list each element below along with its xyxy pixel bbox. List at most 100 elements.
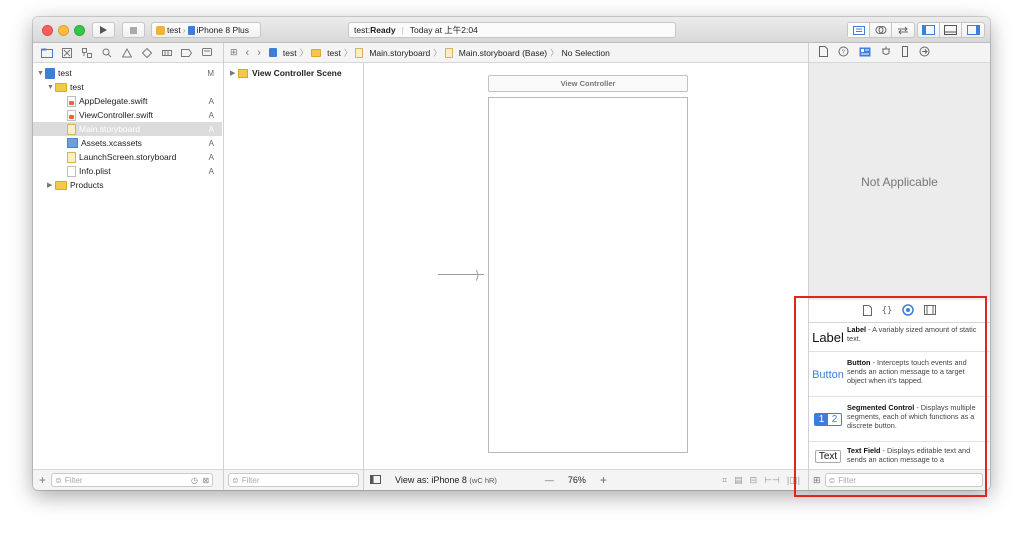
file-template-library-icon[interactable] [862,304,872,318]
minimize-window-button[interactable] [58,25,69,36]
grid-view-icon[interactable]: ⊞ [813,475,821,486]
status-badge: M [207,68,214,78]
inspector-toggle-icon[interactable] [962,23,984,37]
not-applicable-label: Not Applicable [861,174,938,189]
tree-row-file-selected[interactable]: Main.storyboard A [33,122,222,136]
tree-row-file[interactable]: Assets.xcassets A [33,136,222,150]
breakpoint-navigator-icon[interactable] [179,46,194,60]
segment-2: 2 [831,414,838,425]
media-library-icon[interactable] [924,305,937,317]
scheme-selector[interactable]: test › iPhone 8 Plus [151,22,261,38]
navigator-toggle-icon[interactable] [918,23,940,37]
project-navigator-icon[interactable] [39,46,54,60]
editor-mode-control[interactable] [847,22,915,38]
breadcrumb-item[interactable]: test [283,48,297,58]
library-item-description: Label - A variably sized amount of stati… [847,323,990,351]
disclosure-triangle-icon[interactable]: ▶ [47,181,55,189]
recent-files-icon[interactable]: ◷ [191,476,198,485]
breadcrumb-item[interactable]: No Selection [562,48,610,58]
pin-icon[interactable]: ⊢⊣ [764,475,780,486]
close-window-button[interactable] [42,25,53,36]
stop-button[interactable] [122,22,145,38]
outline-filter-field[interactable]: ⊜ Filter [228,473,359,487]
source-control-icon[interactable] [59,46,74,60]
add-icon[interactable]: + [39,473,46,487]
disclosure-triangle-icon[interactable]: ▶ [230,69,238,77]
tree-row-file[interactable]: AppDelegate.swift A [33,94,222,108]
file-inspector-icon[interactable] [819,46,828,59]
tree-label: Assets.xcassets [81,138,142,148]
outline-toggle-icon[interactable] [370,474,381,486]
run-button[interactable] [92,22,115,38]
outline-row-scene[interactable]: ▶ View Controller Scene [224,66,363,80]
panel-visibility-control[interactable] [917,22,985,38]
resolve-issues-icon[interactable]: |◫| [787,475,800,486]
embed-in-stack-icon[interactable]: ▤ [734,475,743,486]
view-as-label[interactable]: View as: iPhone 8 (wC hR) [395,475,497,485]
navigator-filter-field[interactable]: ⊜ Filter ◷ ⊠ [51,473,214,487]
tree-label: Products [70,180,104,190]
issue-navigator-icon[interactable] [119,46,134,60]
zoom-out-button[interactable]: — [545,475,554,485]
source-control-filter-icon[interactable]: ⊠ [202,476,209,485]
test-navigator-icon[interactable] [139,46,154,60]
outline-filter-bar: ⊜ Filter [224,469,363,490]
version-editor-icon[interactable] [892,23,914,37]
segmented-control-preview-icon: 1 2 [809,398,847,441]
size-inspector-icon[interactable] [901,46,909,59]
search-icon[interactable] [99,46,114,60]
related-items-icon[interactable]: ⊞ [230,47,238,58]
app-target-icon [156,25,165,35]
view-controller-scene-title[interactable]: View Controller [488,75,688,92]
tree-row-group-products[interactable]: ▶ Products [33,178,222,192]
library-item-button[interactable]: Button Button - Intercepts touch events … [809,353,990,397]
filter-placeholder: Filter [838,475,857,485]
library-item-description: Segmented Control - Displays multiple se… [847,398,990,441]
filter-icon: ⊜ [232,475,239,485]
debug-navigator-icon[interactable] [159,46,174,60]
breadcrumb-item[interactable]: Main.storyboard (Base) [459,48,547,58]
plist-file-icon [67,165,76,177]
quick-help-icon[interactable]: ? [838,46,849,59]
tree-row-group-test[interactable]: ▼ test [33,80,222,94]
activity-viewer: test: Ready | Today at 上午2:04 [348,22,676,38]
library-item-label[interactable]: Label Label - A variably sized amount of… [809,323,990,352]
view-controller-frame[interactable] [488,97,688,453]
code-snippet-library-icon[interactable]: {} [882,306,893,316]
breadcrumb-item[interactable]: test [327,48,341,58]
update-frames-icon[interactable]: ⌗ [722,475,727,486]
chevron-right-icon: 〉 [299,47,309,58]
storyboard-file-icon [67,123,76,135]
align-icon[interactable]: ⊟ [750,475,758,486]
disclosure-triangle-icon[interactable]: ▼ [37,70,45,77]
navigator-filter-bar: + ⊜ Filter ◷ ⊠ [33,469,223,490]
report-navigator-icon[interactable] [199,46,214,60]
zoom-window-button[interactable] [74,25,85,36]
forward-icon[interactable]: › [257,47,261,59]
identity-inspector-icon[interactable] [859,47,871,59]
connections-inspector-icon[interactable] [919,46,930,59]
tree-row-file[interactable]: LaunchScreen.storyboard A [33,150,222,164]
status-badge: A [208,152,214,162]
symbol-navigator-icon[interactable] [79,46,94,60]
tree-row-project[interactable]: ▼ test M [33,66,222,80]
breadcrumb-item[interactable]: Main.storyboard [369,48,430,58]
disclosure-triangle-icon[interactable]: ▼ [47,84,55,91]
filter-icon: ⊜ [55,475,62,485]
breadcrumb[interactable]: test 〉 test 〉 Main.storyboard 〉 Main.sto… [268,47,610,59]
back-icon[interactable]: ‹ [246,47,250,59]
object-library-icon[interactable] [902,304,915,318]
library-tabs: {} [809,300,990,323]
library-item-text-field[interactable]: Text Text Field - Displays editable text… [809,443,990,469]
debug-toggle-icon[interactable] [940,23,962,37]
tree-row-file[interactable]: Info.plist A [33,164,222,178]
library-item-segmented-control[interactable]: 1 2 Segmented Control - Displays multipl… [809,398,990,442]
attributes-inspector-icon[interactable] [881,46,891,59]
library-filter-field[interactable]: ⊜ Filter [824,473,983,487]
tree-row-file[interactable]: ViewController.swift A [33,108,222,122]
zoom-in-button[interactable]: + [600,473,607,487]
library-item-title: Button [847,358,871,367]
assistant-editor-icon[interactable] [870,23,892,37]
project-icon [45,67,55,79]
standard-editor-icon[interactable] [848,23,870,37]
